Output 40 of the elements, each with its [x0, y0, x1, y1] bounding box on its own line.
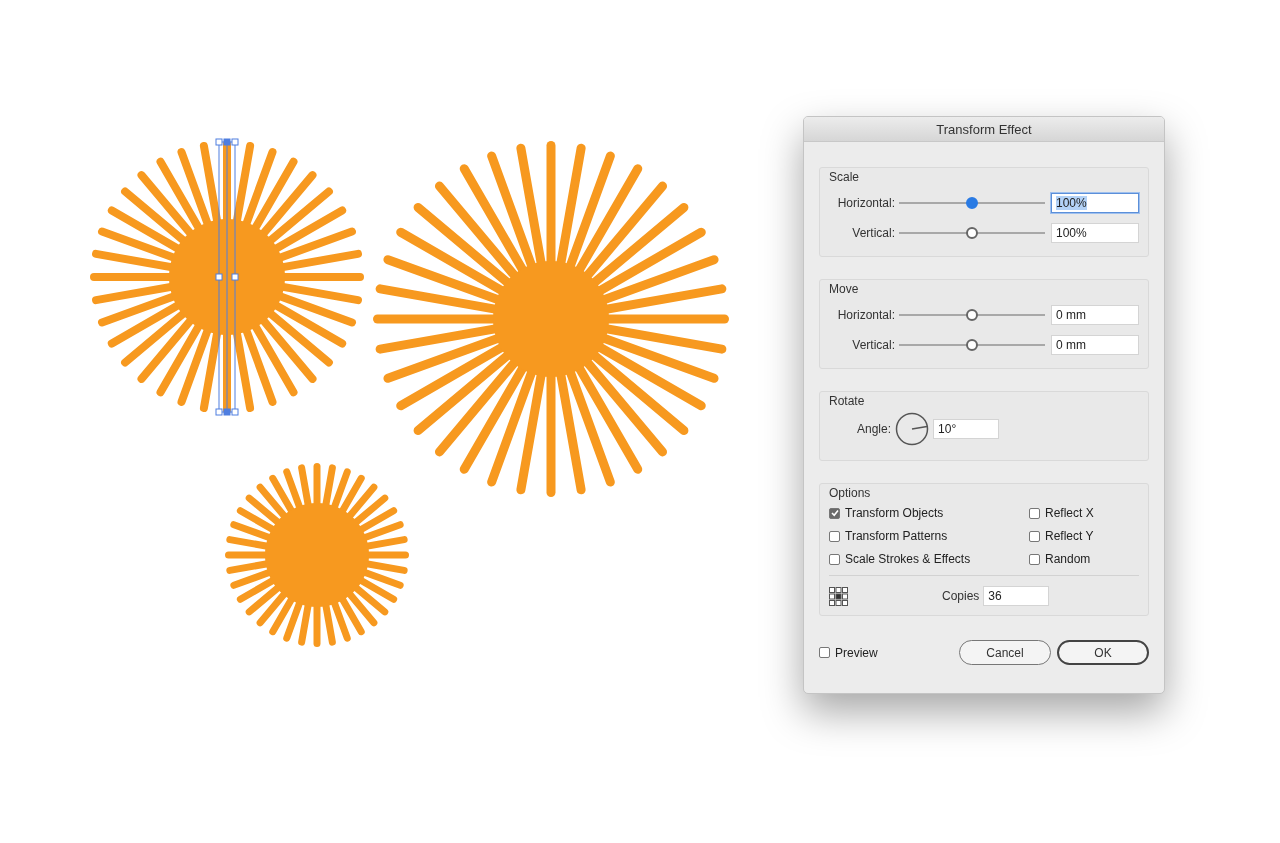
- checkbox[interactable]: [1029, 530, 1040, 542]
- slider-thumb[interactable]: [966, 309, 978, 321]
- slider-thumb[interactable]: [966, 227, 978, 239]
- slider-thumb[interactable]: [966, 339, 978, 351]
- value-input-field[interactable]: 0 mm: [1051, 335, 1139, 355]
- checkbox-label[interactable]: Reflect Y: [1045, 529, 1094, 543]
- selection-bounding-box[interactable]: [215, 138, 239, 416]
- field-label: Vertical:: [851, 226, 895, 240]
- field-label: Horizontal:: [836, 196, 895, 210]
- field-label: Horizontal:: [836, 308, 895, 322]
- checkbox[interactable]: [829, 553, 840, 565]
- checkbox[interactable]: [829, 507, 840, 519]
- field-label: Vertical:: [851, 338, 895, 352]
- angle-input-field[interactable]: 10°: [933, 419, 1000, 439]
- checkbox[interactable]: [829, 530, 840, 542]
- field-label: Copies: [942, 589, 980, 603]
- checkbox[interactable]: [1029, 507, 1040, 519]
- slider-thumb[interactable]: [966, 197, 978, 209]
- checkbox-label[interactable]: Transform Objects: [845, 506, 944, 520]
- checkbox-label[interactable]: Random: [1045, 552, 1091, 566]
- group-title: Rotate: [829, 394, 865, 408]
- cancel-button[interactable]: Cancel: [959, 640, 1051, 665]
- checkbox-label[interactable]: Transform Patterns: [845, 529, 948, 543]
- checkbox-label[interactable]: Reflect X: [1045, 506, 1094, 520]
- field-label: Angle:: [857, 422, 892, 436]
- copies-input-field[interactable]: 36: [983, 586, 1050, 606]
- value-input-field[interactable]: 100%: [1051, 223, 1139, 243]
- checkbox[interactable]: [819, 647, 830, 658]
- checkbox-label[interactable]: Scale Strokes & Effects: [845, 552, 971, 566]
- ok-button[interactable]: OK: [1057, 640, 1149, 665]
- angle-dial-icon[interactable]: [895, 412, 930, 446]
- group-title: Scale: [829, 170, 860, 184]
- group-title: Move: [829, 282, 859, 296]
- value-input-field[interactable]: 0 mm: [1051, 305, 1139, 325]
- group-title: Options: [829, 486, 871, 500]
- value-input-field[interactable]: 100%: [1051, 193, 1139, 213]
- checkbox-label[interactable]: Preview: [835, 645, 878, 660]
- dialog-title: Transform Effect: [804, 117, 1164, 142]
- checkbox[interactable]: [1029, 553, 1040, 565]
- reference-point-icon[interactable]: [829, 586, 848, 606]
